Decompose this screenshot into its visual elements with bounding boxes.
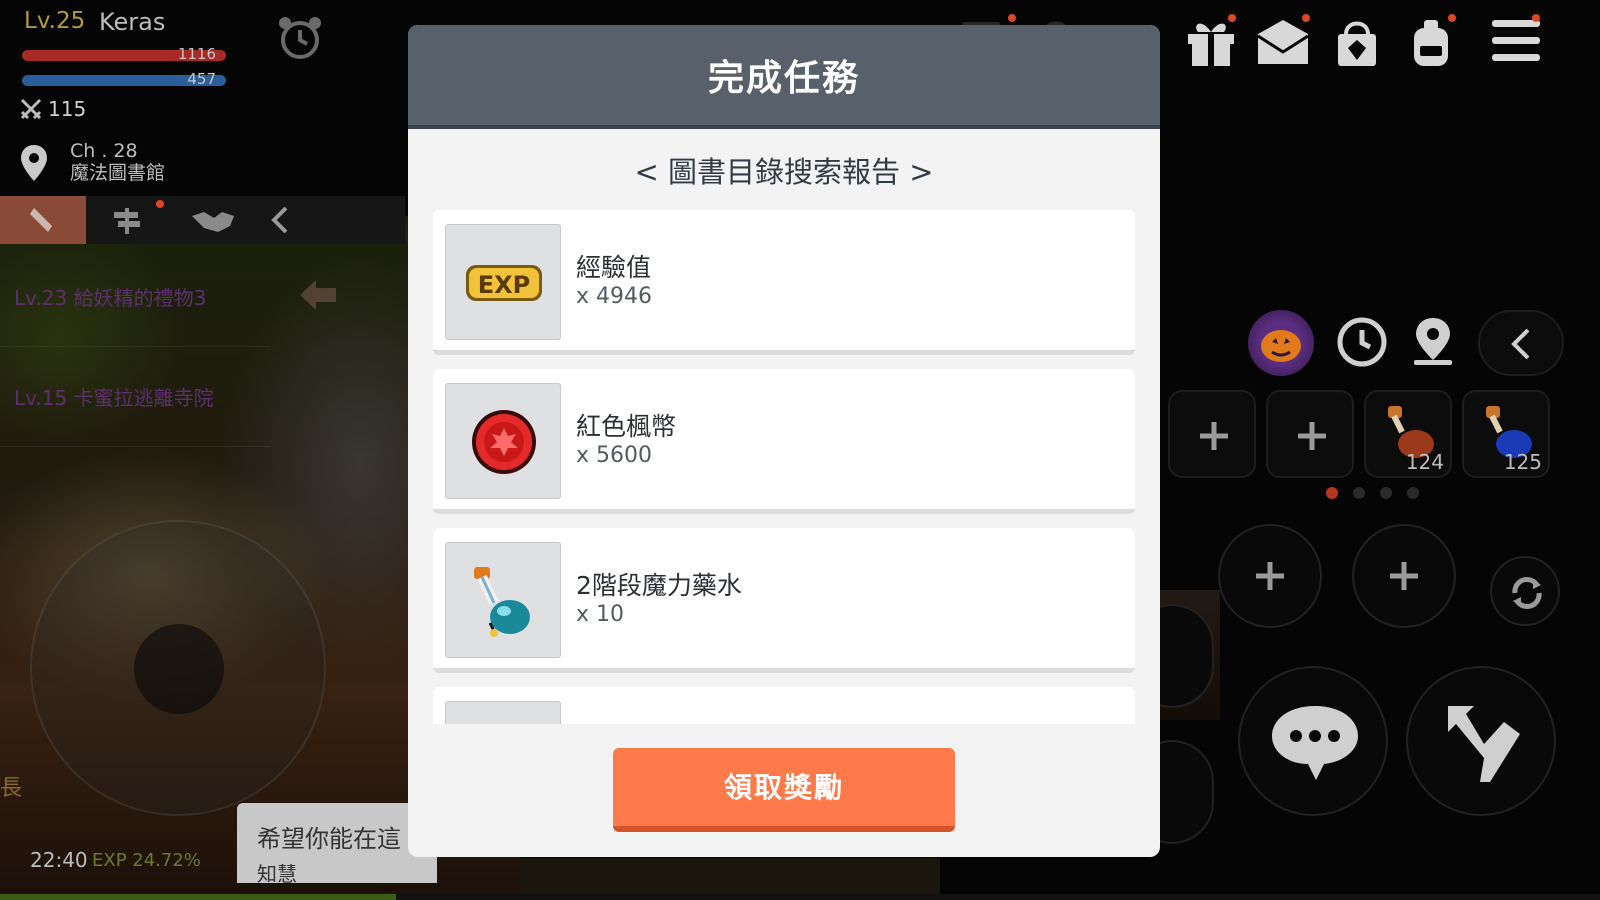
quest-name: < 圖書目錄搜索報告 > (634, 155, 934, 189)
player-level: Lv.25 (24, 8, 86, 34)
dialog-header: 完成任務 (408, 25, 1160, 129)
notification-dot (156, 200, 164, 208)
quest-divider (0, 346, 270, 347)
quest-item[interactable]: Lv.15 卡蜜拉逃離寺院 (14, 382, 214, 411)
back-arrow-icon[interactable] (298, 278, 338, 312)
quest-divider (0, 446, 270, 447)
exp-bar-fill (0, 894, 396, 900)
inventory-backpack-icon[interactable] (1404, 16, 1458, 68)
reward-name: 經驗值 (576, 253, 652, 282)
dialog-line: 知慧 (257, 862, 297, 883)
quickslot[interactable]: 125 (1462, 390, 1550, 478)
dialog-title: 完成任務 (707, 58, 860, 99)
auto-toggle-button[interactable] (1490, 556, 1560, 626)
reward-list[interactable]: EXP 經驗值 x 4946 紅色楓幣 x 5600 2階段魔力藥水 x 10 (433, 210, 1135, 724)
page-dot-active[interactable] (1326, 487, 1338, 499)
alarm-clock-icon[interactable] (276, 14, 324, 62)
joystick-knob[interactable] (134, 624, 224, 714)
side-label: 長 (0, 776, 23, 801)
svg-text:EXP: EXP (478, 271, 531, 299)
jump-arrow-icon (1448, 706, 1520, 782)
npc-dialog-box[interactable]: 希望你能在這 知慧 (237, 803, 437, 883)
channel-label: Ch . 28 (70, 140, 138, 162)
slot-count: 124 (1405, 450, 1444, 474)
reward-item-partial (433, 687, 1135, 724)
plus-icon (1298, 422, 1326, 450)
location-info: Ch . 28 魔法圖書館 (70, 140, 165, 184)
claim-reward-button[interactable]: 領取獎勵 (613, 748, 955, 832)
page-dot[interactable] (1353, 487, 1365, 499)
quickslot[interactable] (1266, 390, 1354, 478)
reward-name: 紅色楓幣 (576, 412, 677, 441)
location-pin-icon[interactable] (1410, 316, 1456, 368)
dialog-line: 希望你能在這 (257, 825, 401, 853)
reward-thumbnail: EXP (445, 224, 561, 340)
reward-thumbnail (445, 383, 561, 499)
map-name: 魔法圖書館 (70, 162, 166, 184)
shop-bag-icon[interactable] (1330, 16, 1384, 68)
reward-quantity: x 10 (576, 602, 625, 627)
page-dot[interactable] (1407, 487, 1419, 499)
skill-slot[interactable] (1352, 524, 1456, 628)
quest-item[interactable]: Lv.23 給妖精的禮物3 (14, 282, 206, 311)
signpost-icon[interactable] (112, 206, 142, 234)
reward-item: 2階段魔力藥水 x 10 (433, 528, 1135, 673)
player-name: Keras (99, 8, 166, 36)
reward-item: EXP 經驗值 x 4946 (433, 210, 1135, 355)
map-pin-icon (21, 145, 47, 181)
notification-dot (1448, 14, 1456, 22)
mp-value: 457 (187, 70, 216, 88)
plus-icon (1256, 562, 1284, 590)
clock-time: 22:40 (30, 848, 88, 872)
collapse-panel-button[interactable] (1478, 310, 1564, 376)
exp-bar (0, 894, 1600, 900)
plus-icon (1390, 562, 1418, 590)
reward-thumbnail (445, 701, 561, 724)
red-maple-coin-icon (472, 410, 536, 474)
quest-complete-dialog: 完成任務 < 圖書目錄搜索報告 > EXP 經驗值 x 4946 紅色楓幣 x … (408, 25, 1160, 857)
skill-slot[interactable] (1218, 524, 1322, 628)
jump-button[interactable] (1406, 666, 1556, 816)
notification-dot (1008, 14, 1016, 22)
speech-bubble-icon (1272, 706, 1358, 780)
handshake-icon[interactable] (190, 206, 236, 234)
hamburger-menu-icon[interactable] (1490, 18, 1542, 64)
reward-quantity: x 4946 (576, 284, 653, 309)
notification-dot (1302, 14, 1310, 22)
chat-button[interactable] (1238, 666, 1388, 816)
reward-item: 紅色楓幣 x 5600 (433, 369, 1135, 514)
reward-name: 2階段魔力藥水 (576, 571, 742, 600)
gift-icon[interactable] (1184, 16, 1238, 68)
crossed-swords-icon (20, 98, 42, 120)
quickslot[interactable]: 124 (1364, 390, 1452, 478)
mp-bar: 457 (22, 70, 226, 88)
notification-dot (1228, 14, 1236, 22)
clock-icon[interactable] (1334, 314, 1390, 370)
mail-icon[interactable] (1256, 16, 1310, 68)
reward-thumbnail (445, 542, 561, 658)
exp-icon: EXP (466, 265, 542, 301)
collapse-left-icon[interactable] (268, 206, 292, 234)
quest-tab-bar (0, 196, 405, 244)
exp-percent: EXP 24.72% (92, 850, 201, 871)
plus-icon (1200, 422, 1228, 450)
mana-potion-icon (474, 567, 530, 637)
reward-quantity: x 5600 (576, 443, 653, 468)
slot-count: 125 (1503, 450, 1542, 474)
tab-quest-scroll[interactable] (0, 196, 86, 244)
scroll-icon (30, 208, 52, 232)
chevron-left-icon (1511, 328, 1530, 360)
page-dot[interactable] (1380, 487, 1392, 499)
attack-power: 115 (48, 97, 87, 121)
refresh-icon (1512, 577, 1542, 609)
halloween-event-icon[interactable] (1248, 310, 1314, 376)
quickslot[interactable] (1168, 390, 1256, 478)
notification-dot (1532, 14, 1540, 22)
hp-bar: 1116 (22, 45, 226, 63)
hp-value: 1116 (177, 45, 216, 63)
